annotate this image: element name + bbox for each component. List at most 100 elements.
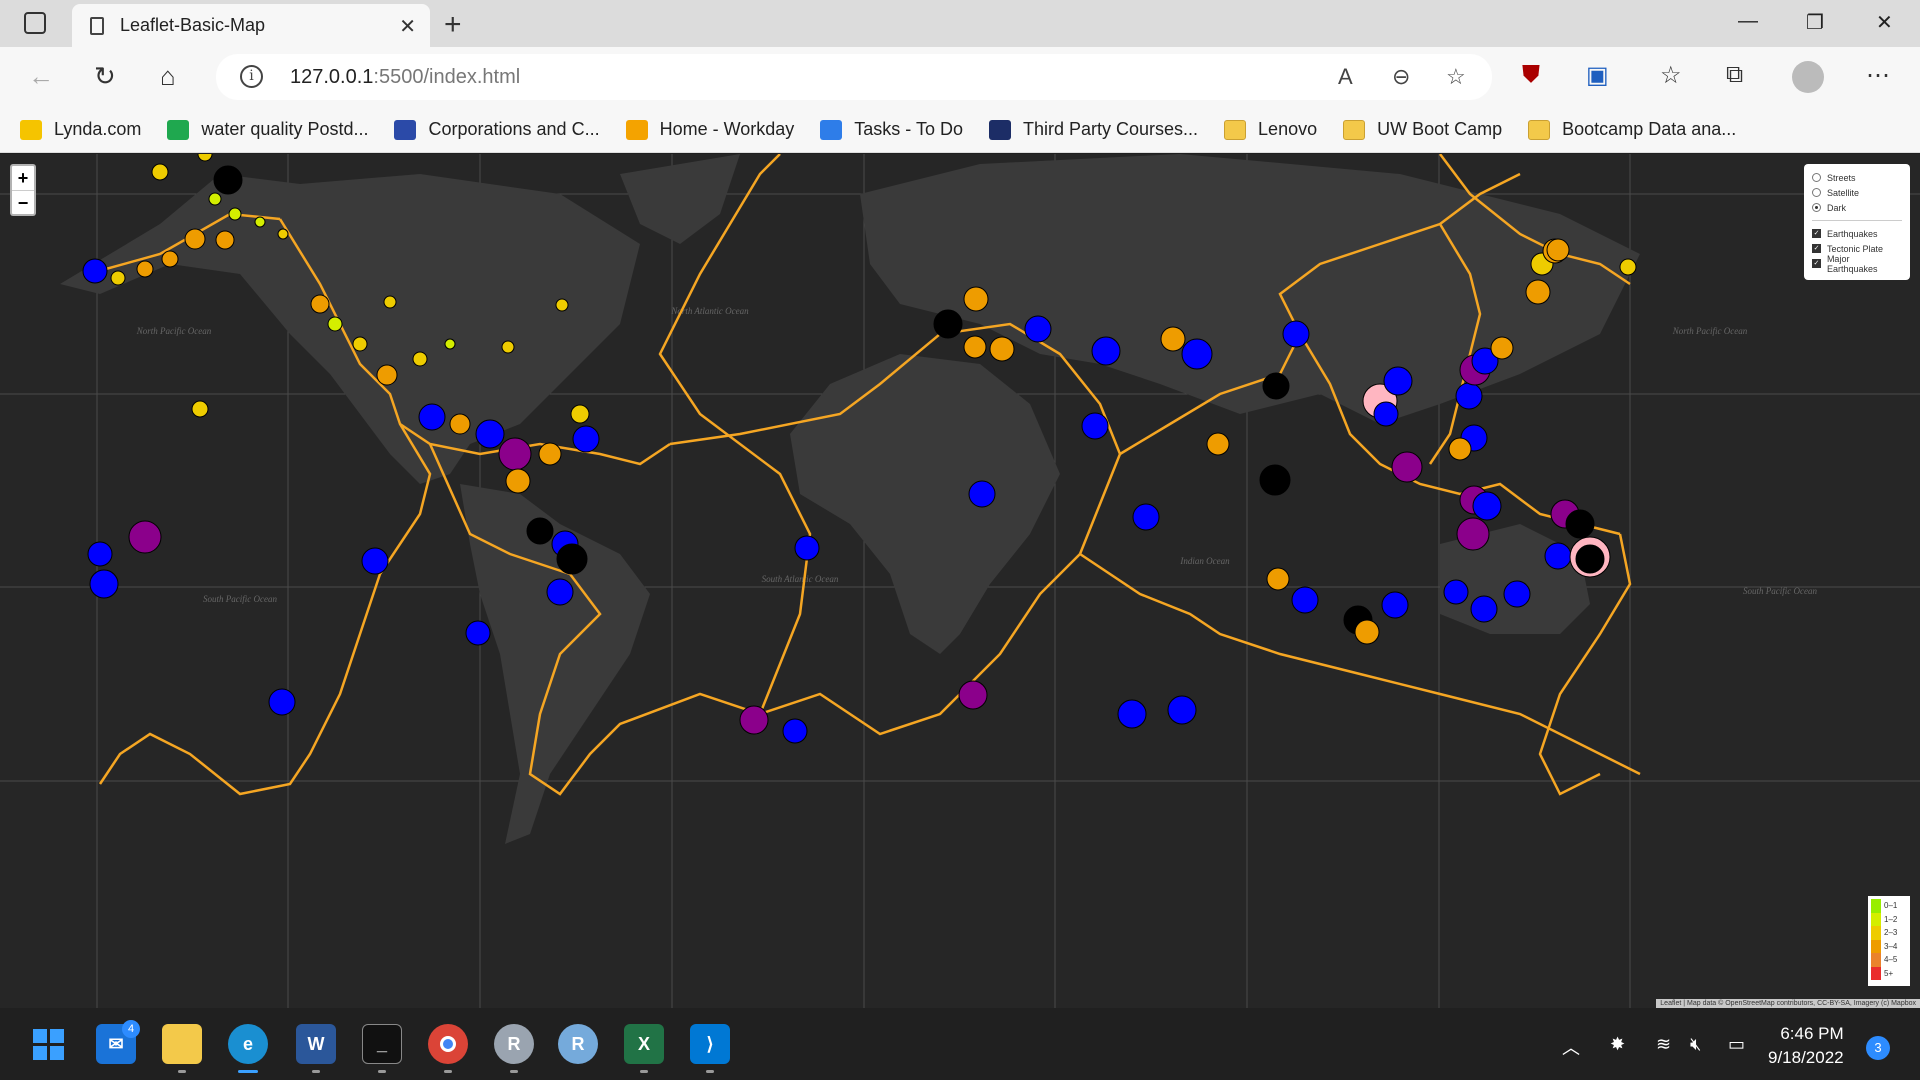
earthquake-marker[interactable] [794,535,820,561]
earthquake-marker[interactable] [1206,432,1230,456]
earthquake-marker[interactable] [501,340,515,354]
earthquake-marker[interactable] [89,569,119,599]
bookmark-item[interactable]: Home - Workday [625,119,794,140]
earthquake-marker[interactable] [254,216,266,228]
wifi-icon[interactable]: ≋ [1656,1034,1671,1055]
earthquake-marker[interactable] [1383,366,1413,396]
map-canvas[interactable]: North Pacific Ocean North Atlantic Ocean… [0,154,1920,1008]
earthquake-marker[interactable] [383,295,397,309]
earthquake-marker[interactable] [570,404,590,424]
earthquake-marker[interactable] [1373,401,1399,427]
earthquake-marker[interactable] [1575,544,1605,574]
earthquake-marker[interactable] [1181,338,1213,370]
earthquake-marker[interactable] [1091,336,1121,366]
earthquake-marker[interactable] [556,543,588,575]
bookmark-item[interactable]: Corporations and C... [394,119,600,140]
close-window-button[interactable]: ✕ [1876,10,1893,35]
earthquake-marker[interactable] [136,260,154,278]
earthquake-marker[interactable] [1470,595,1498,623]
tab-actions-icon[interactable] [24,12,46,34]
close-tab-icon[interactable]: ✕ [399,14,416,39]
edge-icon[interactable]: e [228,1024,268,1064]
earthquake-marker[interactable] [268,688,296,716]
bookmark-item[interactable]: Bootcamp Data ana... [1528,119,1736,140]
url-text[interactable]: 127.0.0.1:5500/index.html [290,66,520,89]
zoom-out-icon[interactable]: ⊖ [1392,64,1410,90]
earthquake-marker[interactable] [352,336,368,352]
add-favorite-icon[interactable]: ☆ [1446,64,1466,90]
earthquake-marker[interactable] [572,425,600,453]
map-attribution[interactable]: Leaflet | Map data © OpenStreetMap contr… [1656,999,1920,1008]
new-tab-button[interactable]: + [444,8,462,42]
earthquake-marker[interactable] [546,578,574,606]
rstudio-icon[interactable]: R [558,1024,598,1064]
file-explorer-icon[interactable] [162,1024,202,1064]
extension-icon[interactable]: ▣ [1586,61,1609,90]
earthquake-marker[interactable] [963,286,989,312]
earthquake-marker[interactable] [128,520,162,554]
earthquake-marker[interactable] [1081,412,1109,440]
ublock-icon[interactable]: ⛊ [1522,61,1540,89]
earthquake-marker[interactable] [412,351,428,367]
chevron-up-icon[interactable]: ︿ [1562,1034,1580,1060]
earthquake-marker[interactable] [110,270,126,286]
earthquake-marker[interactable] [1448,437,1472,461]
earthquake-marker[interactable] [538,442,562,466]
radio-button[interactable] [1812,188,1821,197]
word-icon[interactable]: W [296,1024,336,1064]
chrome-icon[interactable] [428,1024,468,1064]
bookmark-item[interactable]: Tasks - To Do [820,119,963,140]
earthquake-marker[interactable] [1546,238,1570,262]
weather-icon[interactable]: ✸ [1610,1034,1625,1055]
base-layer-option[interactable]: Streets [1812,170,1902,185]
earthquake-marker[interactable] [1291,586,1319,614]
earthquake-marker[interactable] [228,207,242,221]
bookmark-item[interactable]: Lenovo [1224,119,1317,140]
site-info-icon[interactable]: i [240,65,263,88]
home-button[interactable]: ⌂ [160,61,176,92]
leaflet-map[interactable]: North Pacific Ocean North Atlantic Ocean… [0,154,1920,1008]
earthquake-marker[interactable] [526,517,554,545]
earthquake-marker[interactable] [418,403,446,431]
earthquake-marker[interactable] [184,228,206,250]
earthquake-marker[interactable] [87,541,113,567]
earthquake-marker[interactable] [1354,619,1380,645]
earthquake-marker[interactable] [1503,580,1531,608]
earthquake-marker[interactable] [1490,336,1514,360]
earthquake-marker[interactable] [739,705,769,735]
earthquake-marker[interactable] [1259,464,1291,496]
radio-button[interactable] [1812,203,1821,212]
earthquake-marker[interactable] [958,680,988,710]
earthquake-marker[interactable] [1443,579,1469,605]
more-menu-icon[interactable]: ⋯ [1866,61,1890,90]
bookmark-item[interactable]: UW Boot Camp [1343,119,1502,140]
battery-icon[interactable]: ▭ [1728,1034,1745,1055]
earthquake-marker[interactable] [475,419,505,449]
earthquake-marker[interactable] [782,718,808,744]
earthquake-marker[interactable] [449,413,471,435]
earthquake-marker[interactable] [1282,320,1310,348]
restore-button[interactable]: ❐ [1806,10,1824,35]
earthquake-marker[interactable] [151,163,169,181]
earthquake-marker[interactable] [208,192,222,206]
earthquake-marker[interactable] [1565,509,1595,539]
earthquake-marker[interactable] [327,316,343,332]
earthquake-marker[interactable] [1167,695,1197,725]
notification-badge[interactable]: 3 [1866,1036,1890,1060]
earthquake-marker[interactable] [361,547,389,575]
favorites-icon[interactable]: ☆ [1660,61,1682,90]
back-button[interactable]: ← [28,61,54,92]
checkbox[interactable]: ✓ [1812,229,1821,238]
earthquake-marker[interactable] [376,364,398,386]
r-console-icon[interactable]: R [494,1024,534,1064]
checkbox[interactable]: ✓ [1812,244,1821,253]
earthquake-marker[interactable] [1525,279,1551,305]
terminal-icon[interactable]: _ [362,1024,402,1064]
zoom-out-button[interactable]: − [12,190,34,214]
earthquake-marker[interactable] [555,298,569,312]
earthquake-marker[interactable] [444,338,456,350]
system-clock[interactable]: 6:46 PM 9/18/2022 [1768,1022,1844,1070]
address-bar[interactable]: i 127.0.0.1:5500/index.html A ⊖ ☆ [216,54,1492,100]
earthquake-marker[interactable] [1455,382,1483,410]
profile-avatar[interactable] [1792,61,1824,93]
